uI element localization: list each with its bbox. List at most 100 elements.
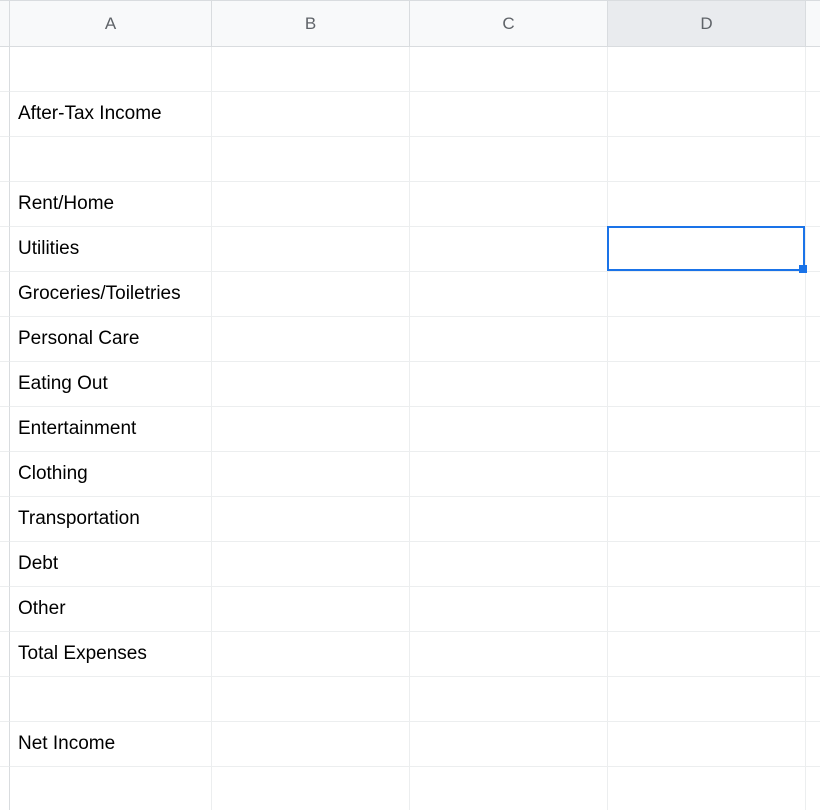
corner-stub[interactable] bbox=[0, 0, 10, 47]
cell[interactable] bbox=[410, 47, 608, 92]
cell[interactable] bbox=[410, 452, 608, 497]
cell[interactable] bbox=[608, 722, 806, 767]
row-stub bbox=[0, 542, 10, 587]
row-stub bbox=[0, 587, 10, 632]
cell[interactable] bbox=[410, 92, 608, 137]
cell[interactable] bbox=[410, 497, 608, 542]
cell[interactable] bbox=[212, 407, 410, 452]
cell[interactable]: Personal Care bbox=[10, 317, 212, 362]
cell[interactable] bbox=[410, 407, 608, 452]
cell[interactable] bbox=[10, 767, 212, 810]
cell[interactable] bbox=[212, 542, 410, 587]
cell[interactable] bbox=[608, 677, 806, 722]
fill-handle[interactable] bbox=[799, 265, 807, 273]
cell-text: Transportation bbox=[18, 508, 140, 530]
column-header-c[interactable]: C bbox=[410, 0, 608, 47]
cell[interactable] bbox=[608, 272, 806, 317]
cell[interactable] bbox=[608, 47, 806, 92]
row-stub bbox=[0, 767, 10, 810]
cell[interactable] bbox=[212, 362, 410, 407]
row-right-stub bbox=[806, 587, 820, 632]
cell[interactable] bbox=[410, 677, 608, 722]
cell[interactable] bbox=[608, 137, 806, 182]
column-header-label: D bbox=[700, 14, 712, 34]
cell[interactable] bbox=[608, 497, 806, 542]
cell[interactable] bbox=[410, 272, 608, 317]
cell[interactable] bbox=[410, 767, 608, 810]
cell[interactable]: Total Expenses bbox=[10, 632, 212, 677]
cell[interactable] bbox=[212, 227, 410, 272]
cell[interactable] bbox=[212, 182, 410, 227]
cell-text: Utilities bbox=[18, 238, 79, 260]
row-stub bbox=[0, 137, 10, 182]
cell[interactable] bbox=[410, 542, 608, 587]
column-header-a[interactable]: A bbox=[10, 0, 212, 47]
cell-text: After-Tax Income bbox=[18, 103, 162, 125]
cell[interactable]: Debt bbox=[10, 542, 212, 587]
cell[interactable] bbox=[410, 137, 608, 182]
cell[interactable] bbox=[608, 632, 806, 677]
cell[interactable] bbox=[608, 767, 806, 810]
cell[interactable] bbox=[212, 677, 410, 722]
cell[interactable]: Net Income bbox=[10, 722, 212, 767]
cell[interactable]: Clothing bbox=[10, 452, 212, 497]
cell[interactable] bbox=[410, 182, 608, 227]
cell[interactable] bbox=[410, 317, 608, 362]
cell[interactable] bbox=[10, 137, 212, 182]
cell[interactable] bbox=[212, 92, 410, 137]
cell[interactable] bbox=[608, 587, 806, 632]
cell[interactable] bbox=[212, 722, 410, 767]
column-header-label: C bbox=[502, 14, 514, 34]
row-stub bbox=[0, 677, 10, 722]
cell[interactable] bbox=[410, 227, 608, 272]
row-right-stub bbox=[806, 497, 820, 542]
cell[interactable]: Eating Out bbox=[10, 362, 212, 407]
cell[interactable] bbox=[608, 317, 806, 362]
cell[interactable] bbox=[608, 407, 806, 452]
cell[interactable] bbox=[212, 632, 410, 677]
row-right-stub bbox=[806, 317, 820, 362]
row-stub bbox=[0, 182, 10, 227]
cell[interactable] bbox=[410, 632, 608, 677]
column-header-d[interactable]: D bbox=[608, 0, 806, 47]
cell[interactable] bbox=[608, 452, 806, 497]
row-stub bbox=[0, 497, 10, 542]
cell[interactable] bbox=[212, 497, 410, 542]
cell[interactable] bbox=[10, 677, 212, 722]
cell[interactable] bbox=[212, 47, 410, 92]
cell[interactable] bbox=[212, 767, 410, 810]
cell[interactable] bbox=[608, 362, 806, 407]
cell[interactable] bbox=[410, 722, 608, 767]
cell[interactable]: After-Tax Income bbox=[10, 92, 212, 137]
row-stub bbox=[0, 407, 10, 452]
cell-text: Debt bbox=[18, 553, 58, 575]
cell[interactable] bbox=[212, 317, 410, 362]
cell[interactable] bbox=[608, 542, 806, 587]
cell-text: Entertainment bbox=[18, 418, 136, 440]
row-stub bbox=[0, 362, 10, 407]
row-right-stub bbox=[806, 407, 820, 452]
cell[interactable]: Entertainment bbox=[10, 407, 212, 452]
cell[interactable]: Transportation bbox=[10, 497, 212, 542]
cell[interactable] bbox=[608, 92, 806, 137]
cell[interactable]: Rent/Home bbox=[10, 182, 212, 227]
cell[interactable] bbox=[10, 47, 212, 92]
cell[interactable] bbox=[212, 137, 410, 182]
cell[interactable]: Other bbox=[10, 587, 212, 632]
cell[interactable] bbox=[410, 362, 608, 407]
row-stub bbox=[0, 452, 10, 497]
cell[interactable] bbox=[212, 272, 410, 317]
cell[interactable]: Groceries/Toiletries bbox=[10, 272, 212, 317]
cell[interactable] bbox=[608, 182, 806, 227]
cell[interactable] bbox=[212, 587, 410, 632]
cell[interactable] bbox=[608, 227, 806, 272]
cell-text: Other bbox=[18, 598, 66, 620]
cell[interactable] bbox=[212, 452, 410, 497]
row-stub bbox=[0, 92, 10, 137]
cell-text: Personal Care bbox=[18, 328, 139, 350]
column-header-b[interactable]: B bbox=[212, 0, 410, 47]
cell[interactable]: Utilities bbox=[10, 227, 212, 272]
row-right-stub bbox=[806, 227, 820, 272]
cell[interactable] bbox=[410, 587, 608, 632]
row-right-stub bbox=[806, 767, 820, 810]
